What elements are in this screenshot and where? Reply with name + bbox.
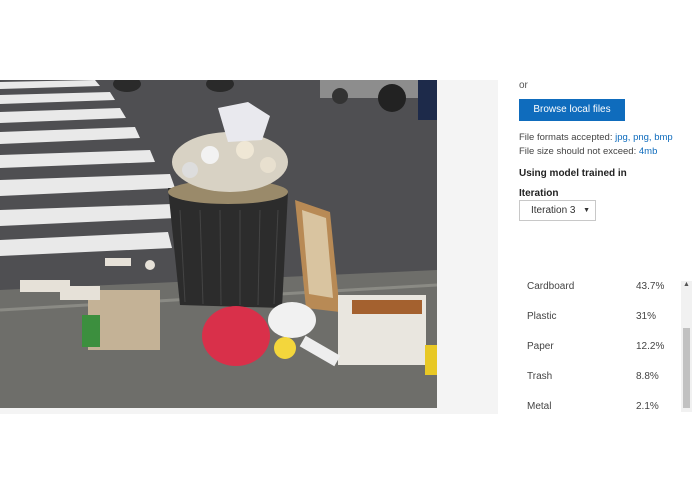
model-heading: Using model trained in: [519, 168, 627, 179]
file-size-value: 4mb: [638, 146, 658, 157]
tag-probability: 12.2%: [636, 341, 665, 352]
tag-name: Paper: [527, 341, 554, 352]
tag-probability: 31%: [636, 311, 657, 322]
tag-probability: 2.1%: [636, 401, 659, 412]
tag-name: Cardboard: [527, 281, 575, 292]
results-scrollbar[interactable]: ▲: [681, 281, 692, 412]
scrollbar-thumb[interactable]: [683, 328, 690, 408]
tag-name: Metal: [527, 401, 552, 412]
prediction-results-list: Cardboard 43.7% Plastic 31% Paper 12.2% …: [498, 275, 695, 414]
or-separator: or: [519, 80, 528, 91]
list-item: Trash 8.8%: [527, 371, 667, 382]
file-formats-label: File formats accepted:: [519, 132, 616, 143]
chevron-down-icon: ▼: [583, 207, 590, 214]
iteration-select-value: Iteration 3: [531, 205, 576, 216]
list-item: Paper 12.2%: [527, 341, 667, 352]
file-formats-info: File formats accepted: jpg, png, bmp: [519, 132, 673, 143]
image-preview-panel: [0, 80, 498, 414]
uploaded-image: [0, 80, 437, 408]
list-item: Plastic 31%: [527, 311, 667, 322]
file-formats-value: jpg, png, bmp: [615, 132, 673, 143]
list-item: Metal 2.1%: [527, 401, 667, 412]
tag-name: Plastic: [527, 311, 557, 322]
iteration-select[interactable]: Iteration 3 ▼: [519, 200, 596, 221]
file-size-info: File size should not exceed: 4mb: [519, 146, 657, 157]
list-item: Cardboard 43.7%: [527, 281, 667, 292]
browse-local-files-button[interactable]: Browse local files: [519, 99, 625, 121]
chevron-up-icon[interactable]: ▲: [683, 281, 690, 288]
tag-probability: 43.7%: [636, 281, 665, 292]
tag-probability: 8.8%: [636, 371, 659, 382]
tag-name: Trash: [527, 371, 553, 382]
file-size-label: File size should not exceed:: [519, 146, 639, 157]
iteration-label: Iteration: [519, 188, 559, 199]
